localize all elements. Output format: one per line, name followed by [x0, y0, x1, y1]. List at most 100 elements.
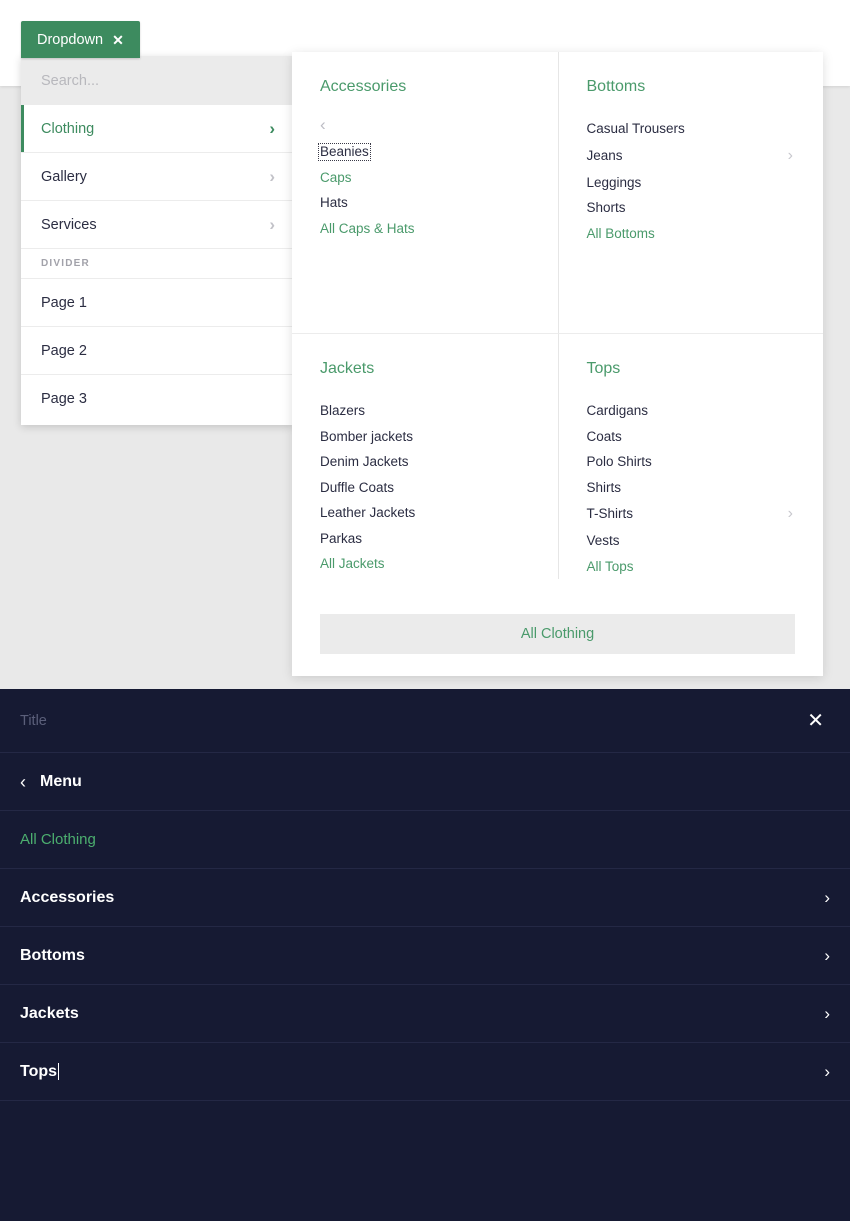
mega-link[interactable]: Bomber jackets — [320, 424, 530, 450]
mega-link-label: Casual Trousers — [587, 122, 685, 136]
offcanvas-item-jackets[interactable]: Jackets › — [0, 985, 850, 1043]
dropdown-page-item[interactable]: Page 1 — [21, 279, 293, 327]
mega-link[interactable]: Parkas — [320, 526, 530, 552]
offcanvas-back-label: Menu — [40, 773, 82, 791]
mega-link[interactable]: Vests — [587, 528, 796, 554]
dropdown-page-label: Page 2 — [41, 343, 87, 359]
chevron-right-icon: › — [824, 889, 830, 906]
dropdown-trigger-button[interactable]: Dropdown ✕ — [21, 21, 140, 58]
mega-link[interactable]: Coats — [587, 424, 796, 450]
dropdown-page-label: Page 1 — [41, 295, 87, 311]
offcanvas-header: Title ✕ — [0, 689, 850, 753]
mega-link[interactable]: All Tops — [587, 554, 796, 580]
mega-link[interactable]: All Caps & Hats — [320, 216, 530, 242]
dropdown-page-label: Page 3 — [41, 391, 87, 407]
chevron-right-icon: › — [824, 1063, 830, 1080]
offcanvas-item-label: Bottoms — [20, 947, 85, 965]
dropdown-page-item[interactable]: Page 3 — [21, 375, 293, 423]
offcanvas-item-label-wrap: Tops — [20, 1063, 59, 1081]
mega-link-label: Duffle Coats — [320, 481, 394, 495]
mega-link[interactable]: Denim Jackets — [320, 449, 530, 475]
mega-column-tops: Tops Cardigans Coats Polo Shirts Shirts T-Shi… — [558, 333, 824, 579]
offcanvas-item-label: Jackets — [20, 1005, 79, 1023]
mega-link-label: Leather Jackets — [320, 506, 415, 520]
dropdown-item-label: Gallery — [41, 169, 87, 185]
mega-link-label: Coats — [587, 430, 622, 444]
offcanvas-item-label-wrap: Bottoms — [20, 947, 85, 965]
chevron-right-icon: › — [824, 947, 830, 964]
mega-link[interactable]: Casual Trousers — [587, 116, 796, 142]
mega-link[interactable]: Cardigans — [587, 398, 796, 424]
mega-link-label: Jeans — [587, 149, 623, 163]
mega-link[interactable]: Jeans › — [587, 142, 796, 170]
mega-link-label: Vests — [587, 534, 620, 548]
offcanvas-back-button[interactable]: ‹ Menu — [0, 753, 850, 811]
mega-link[interactable]: All Bottoms — [587, 221, 796, 247]
dropdown-panel: Clothing› Gallery › Services › DIVIDER Page … — [21, 56, 293, 425]
chevron-right-icon: › — [269, 216, 275, 233]
mega-link-label: Caps — [320, 171, 352, 185]
dropdown-divider-label: DIVIDER — [21, 249, 293, 279]
mega-link[interactable]: Beanies — [320, 139, 530, 165]
mega-column-heading[interactable]: Jackets — [320, 360, 530, 378]
dropdown-page-item[interactable]: Page 2 — [21, 327, 293, 375]
offcanvas-all-clothing-link[interactable]: All Clothing — [0, 811, 850, 869]
close-icon[interactable]: ✕ — [801, 707, 830, 735]
page-root: Dropdown ✕ Clothing›Gallery›Services› DI… — [0, 0, 850, 1221]
text-caret — [58, 1063, 59, 1080]
mega-link[interactable]: All Jackets — [320, 551, 530, 577]
chevron-left-icon[interactable]: ‹ — [320, 116, 326, 133]
offcanvas-item-bottoms[interactable]: Bottoms › — [0, 927, 850, 985]
mega-link-label: Bomber jackets — [320, 430, 413, 444]
mega-link-label: Shirts — [587, 481, 622, 495]
mega-link-label: All Caps & Hats — [320, 222, 415, 236]
chevron-right-icon: › — [788, 148, 795, 164]
offcanvas-item-list: Accessories › Bottoms › Jackets › Tops › — [0, 869, 850, 1101]
offcanvas-item-accessories[interactable]: Accessories › — [0, 869, 850, 927]
mega-column-heading[interactable]: Bottoms — [587, 78, 796, 96]
offcanvas-item-label-wrap: Accessories — [20, 889, 114, 907]
mega-column-bottoms: Bottoms Casual Trousers Jeans › Leggings Shor… — [558, 52, 824, 333]
offcanvas-item-label-wrap: Jackets — [20, 1005, 79, 1023]
offcanvas-item-tops[interactable]: Tops › — [0, 1043, 850, 1101]
dropdown-page-list: Page 1 Page 2 Page 3 — [21, 279, 293, 423]
mega-link-label: All Tops — [587, 560, 634, 574]
mega-link[interactable]: Blazers — [320, 398, 530, 424]
mega-link[interactable]: Shorts — [587, 195, 796, 221]
mega-link-label: Cardigans — [587, 404, 649, 418]
mega-link[interactable]: Caps — [320, 165, 530, 191]
offcanvas-panel: Title ✕ ‹ Menu All Clothing Accessories ›… — [0, 689, 850, 1221]
chevron-right-icon: › — [824, 1005, 830, 1022]
mega-column-heading[interactable]: Tops — [587, 360, 796, 378]
mega-link-label: Denim Jackets — [320, 455, 409, 469]
dropdown-trigger-label: Dropdown — [37, 32, 103, 48]
dropdown-item-services[interactable]: Services › — [21, 201, 293, 249]
all-clothing-button[interactable]: All Clothing — [320, 614, 795, 654]
close-icon[interactable]: ✕ — [112, 33, 124, 47]
mega-link-label: Parkas — [320, 532, 362, 546]
mega-link[interactable]: T-Shirts› — [587, 500, 796, 528]
mega-link-label: Hats — [320, 196, 348, 210]
mega-link-label: Shorts — [587, 201, 626, 215]
mega-link[interactable]: Polo Shirts — [587, 449, 796, 475]
mega-link[interactable]: Leggings — [587, 170, 796, 196]
mega-link[interactable]: Leather Jackets — [320, 500, 530, 526]
mega-link-label: All Jackets — [320, 557, 385, 571]
mega-column-accessories: Accessories ‹ Beanies Caps Hats All Caps & Ha… — [292, 52, 558, 333]
dropdown-item-list: Clothing› Gallery › Services › — [21, 105, 293, 249]
dropdown-item-gallery[interactable]: Gallery › — [21, 153, 293, 201]
mega-link[interactable]: Duffle Coats — [320, 475, 530, 501]
offcanvas-item-label: Accessories — [20, 889, 114, 907]
dropdown-item-label: Clothing — [41, 121, 94, 137]
chevron-right-icon: › — [269, 168, 275, 185]
mega-link-label: T-Shirts — [587, 507, 634, 521]
mega-column-heading[interactable]: Accessories — [320, 78, 530, 96]
dropdown-item-clothing[interactable]: Clothing› — [21, 105, 293, 153]
mega-link[interactable]: Hats — [320, 190, 530, 216]
chevron-left-icon: ‹ — [20, 773, 26, 791]
dropdown-item-label: Services — [41, 217, 97, 233]
mega-link-label: Beanies — [320, 145, 369, 159]
mega-link[interactable]: Shirts — [587, 475, 796, 501]
search-input[interactable] — [41, 73, 273, 89]
mega-menu-grid: Accessories ‹ Beanies Caps Hats All Caps & Ha… — [292, 52, 823, 579]
